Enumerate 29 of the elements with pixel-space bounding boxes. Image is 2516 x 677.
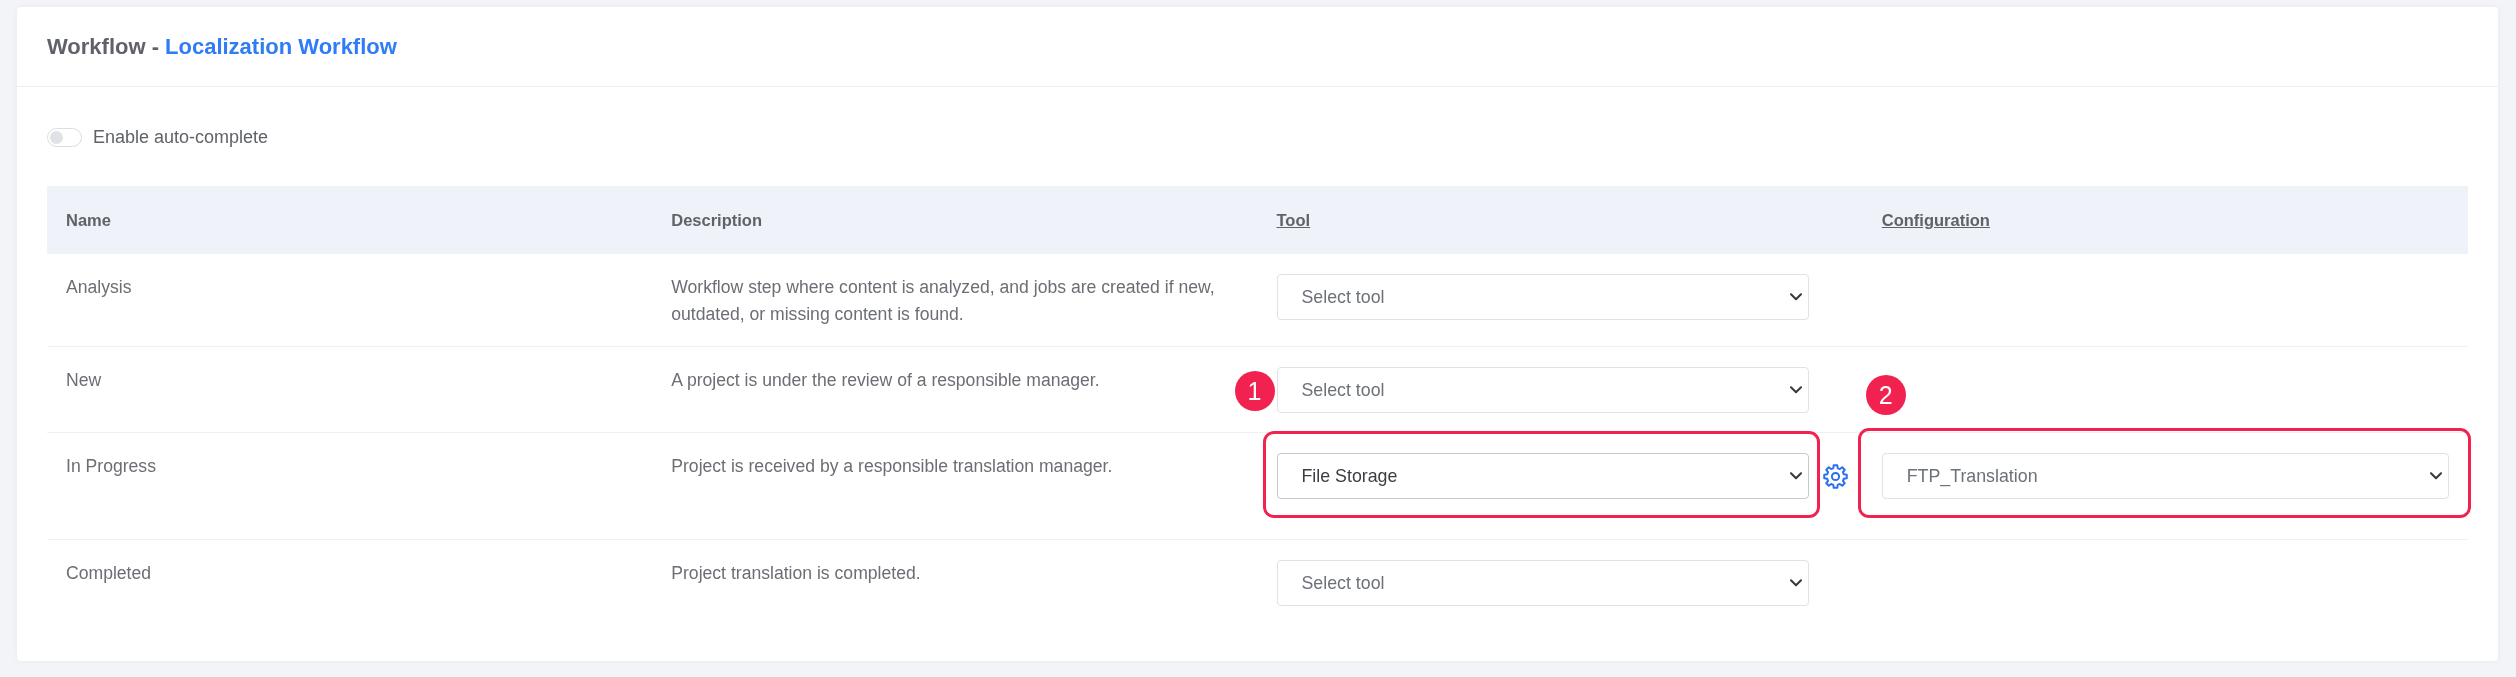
callout-marker: 1 (1234, 371, 1275, 411)
column-header-link[interactable]: Tool (1276, 210, 1311, 229)
step-description: A project is under the review of a responsible manager. (671, 370, 1100, 390)
workflow-name: Localization Workflow (165, 33, 397, 60)
step-name: Analysis (66, 276, 132, 299)
page-title: Workflow - (47, 33, 160, 60)
configuration-select[interactable]: FTP_Translation (1881, 453, 2449, 499)
step-description: Project translation is completed. (671, 563, 921, 583)
chevron-down-icon (1789, 579, 1802, 587)
tool-select[interactable]: Select tool (1276, 367, 1809, 413)
step-description: Project is received by a responsible translation manager. (671, 456, 1113, 476)
step-name: In Progress (66, 455, 156, 478)
callout-marker: 2 (1865, 375, 1906, 415)
tool-select[interactable]: File Storage (1276, 453, 1809, 499)
tool-select[interactable]: Select tool (1276, 560, 1809, 606)
chevron-down-icon (2430, 472, 2442, 480)
column-header: Description (671, 210, 763, 229)
tool-select[interactable]: Select tool (1276, 274, 1809, 320)
step-name: New (66, 369, 102, 392)
step-name: Completed (66, 562, 152, 585)
column-header: Name (66, 210, 111, 229)
column-header-link[interactable]: Configuration (1881, 210, 1990, 229)
chevron-down-icon (1789, 293, 1802, 301)
settings-icon[interactable] (1822, 463, 1848, 489)
toggle-label: Enable auto-complete (93, 127, 269, 148)
chevron-down-icon (1789, 386, 1802, 394)
step-description: Workflow step where content is analyzed, and jobs are created if new, outdated, or missing content is found. (671, 277, 1215, 324)
chevron-down-icon (1789, 472, 1802, 480)
auto-complete-toggle[interactable] (47, 128, 82, 147)
